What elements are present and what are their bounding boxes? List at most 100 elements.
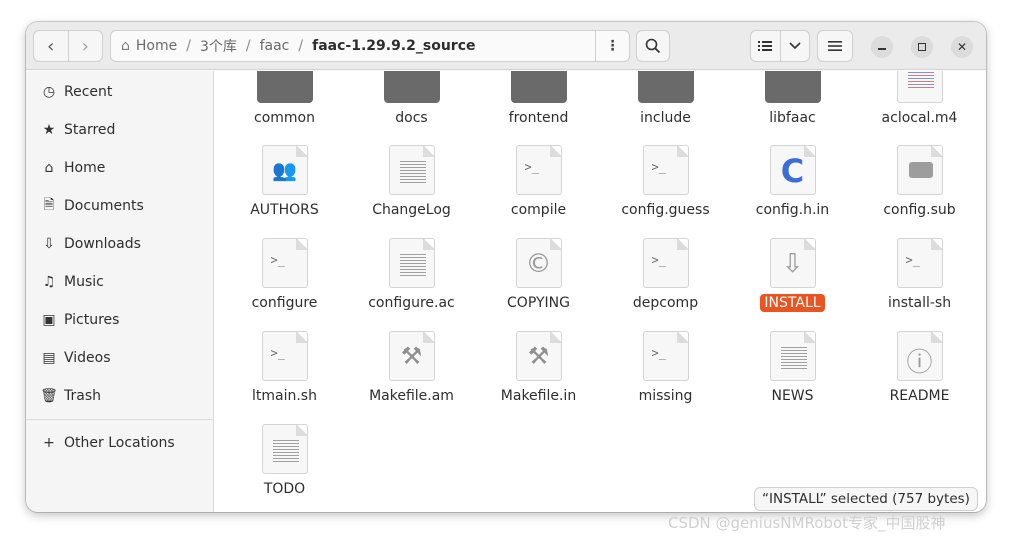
script-file-icon: >_ [642,238,689,288]
file-item[interactable]: Cconfig.h.in [729,145,856,219]
sidebar-item-downloads[interactable]: ⇩ Downloads [26,225,214,263]
trash-icon: 🗑 [40,388,58,404]
sidebar-item-music[interactable]: ♫ Music [26,263,214,301]
file-item[interactable]: frontend [475,71,602,127]
file-name: aclocal.m4 [881,110,958,126]
file-item[interactable]: ⚒ Makefile.in [475,331,602,405]
chevron-right-icon: › [81,35,89,57]
breadcrumb-libs[interactable]: 3个库 [191,36,246,56]
file-grid: common docs frontend include libfaac aclocal.… [215,71,986,512]
script-file-icon: >_ [261,238,308,288]
file-manager-window: ‹ › ⌂ Home / 3个库 / faac / faac-1.29.9.2_… [26,22,986,512]
folder-icon [764,71,821,103]
file-name: missing [638,388,693,404]
close-icon: ✕ [956,40,968,54]
file-item[interactable]: >_depcomp [602,238,729,312]
file-name: INSTALL [760,294,825,312]
script-file-icon: >_ [896,238,943,288]
clock-icon: ◷ [42,84,56,100]
sidebar-item-label: Downloads [64,236,141,252]
file-item[interactable]: common [221,71,348,127]
file-item[interactable]: 👥 AUTHORS [221,145,348,219]
c-header-file-icon: C [769,145,816,195]
file-name: ltmain.sh [252,388,317,404]
file-item[interactable]: NEWS [729,331,856,405]
m4-file-icon [896,71,943,103]
sidebar-item-label: Videos [64,350,111,366]
maximize-button[interactable] [911,36,933,58]
copyright-file-icon: © [515,238,562,288]
sidebar-item-starred[interactable]: ★ Starred [26,111,214,149]
sidebar-item-label: Recent [64,84,113,100]
folder-icon [383,71,440,103]
file-item[interactable]: libfaac [729,71,856,127]
folder-icon [256,71,313,103]
file-item[interactable]: config.sub [856,145,983,219]
breadcrumb-current[interactable]: faac-1.29.9.2_source [303,38,484,54]
file-item[interactable]: >_ install-sh [856,238,983,312]
file-name: NEWS [771,388,814,404]
file-item[interactable]: aclocal.m4 [856,71,983,127]
sidebar-item-videos[interactable]: ▤ Videos [26,339,214,377]
main-menu-button[interactable] [817,30,853,62]
sidebar-item-recent[interactable]: ◷ Recent [26,73,214,111]
folder-icon [510,71,567,103]
forward-button[interactable]: › [67,31,103,61]
document-icon: 🗎 [43,197,55,213]
minimize-button[interactable] [871,36,893,58]
search-button[interactable] [636,30,670,62]
file-item[interactable]: © COPYING [475,238,602,312]
file-item[interactable]: >_ missing [602,331,729,405]
watermark: CSDN @geniusNMRobot专家_中国股神 [668,514,946,532]
view-toggle-group [750,30,810,62]
plus-icon: + [43,435,55,451]
file-name: install-sh [887,295,952,311]
file-item[interactable]: ChangeLog [348,145,475,219]
file-item[interactable]: >_ configure [221,238,348,312]
file-name: COPYING [507,295,570,311]
file-name: Makefile.in [500,388,577,404]
sidebar-item-documents[interactable]: 🗎 Documents [26,187,214,225]
sidebar-item-label: Other Locations [64,435,175,451]
sidebar-item-label: Starred [64,122,116,138]
close-button[interactable]: ✕ [951,36,973,58]
home-icon: ⌂ [44,160,54,176]
file-name: Makefile.am [369,388,454,404]
breadcrumb-label: faac [259,38,290,54]
file-item[interactable]: >_ config.guess [602,145,729,219]
sidebar-item-label: Music [64,274,104,290]
file-name: common [254,110,315,126]
sidebar-item-home[interactable]: ⌂ Home [26,149,214,187]
sidebar: ◷ Recent ★ Starred ⌂ Home 🗎 Documents ⇩ Downl… [26,71,214,512]
file-item[interactable]: >_ ltmain.sh [221,331,348,405]
text-file-icon [388,238,435,288]
list-view-button[interactable] [751,31,780,61]
navigation-buttons: ‹ › [33,30,103,62]
file-item[interactable]: ⓘ README [856,331,983,405]
text-file-icon [388,145,435,195]
install-file-icon: ⇩ [769,238,816,288]
video-icon: ▤ [42,350,56,366]
file-name: depcomp [632,295,699,311]
file-item[interactable]: TODO [221,424,348,498]
script-file-icon: >_ [642,145,689,195]
script-file-icon: >_ [261,331,308,381]
sidebar-item-trash[interactable]: 🗑 Trash [26,377,214,415]
breadcrumb-home[interactable]: ⌂ Home [111,38,186,54]
file-item[interactable]: >_ compile [475,145,602,219]
header-bar: ‹ › ⌂ Home / 3个库 / faac / faac-1.29.9.2_… [26,22,986,70]
file-item[interactable]: docs [348,71,475,127]
path-menu-button[interactable]: ⋮ [595,31,629,61]
file-item[interactable]: ⇩ INSTALL [729,238,856,312]
file-item[interactable]: configure.ac [348,238,475,312]
sidebar-item-label: Documents [64,198,144,214]
path-bar: ⌂ Home / 3个库 / faac / faac-1.29.9.2_sour… [110,30,630,62]
breadcrumb-faac[interactable]: faac [251,38,299,54]
file-item[interactable]: include [602,71,729,127]
sidebar-item-other-locations[interactable]: + Other Locations [26,424,214,462]
file-item[interactable]: ⚒ Makefile.am [348,331,475,405]
view-options-button[interactable] [779,31,810,61]
file-name: frontend [508,110,569,126]
sidebar-item-pictures[interactable]: ▣ Pictures [26,301,214,339]
back-button[interactable]: ‹ [34,31,68,61]
